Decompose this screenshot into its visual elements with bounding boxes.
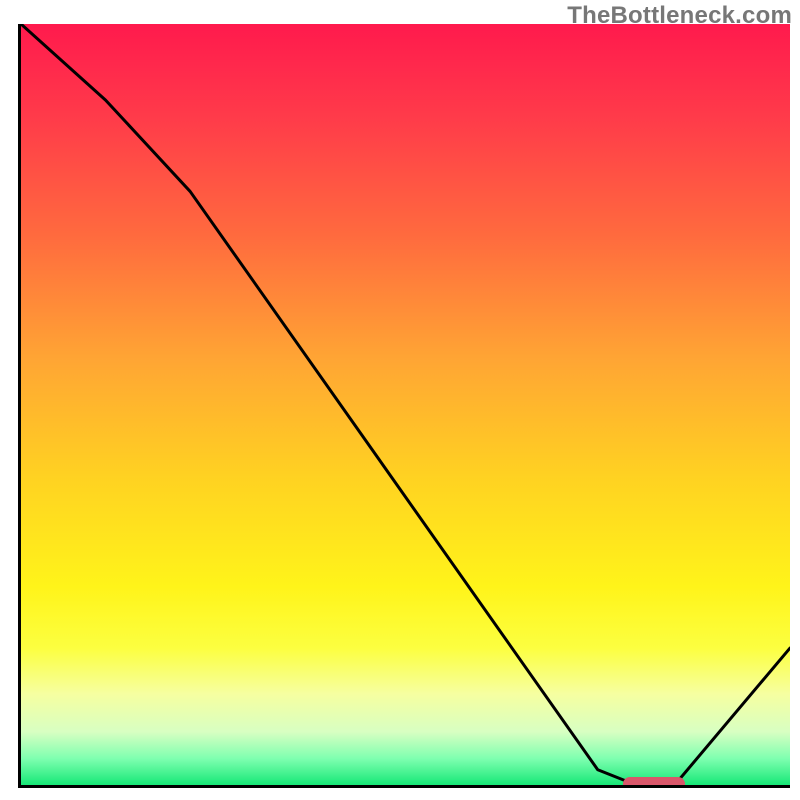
- plot-area: [18, 24, 790, 788]
- bottleneck-curve-path: [21, 24, 790, 785]
- curve-svg: [21, 24, 790, 785]
- bottleneck-chart: TheBottleneck.com: [0, 0, 800, 800]
- sweet-spot-marker: [623, 777, 685, 788]
